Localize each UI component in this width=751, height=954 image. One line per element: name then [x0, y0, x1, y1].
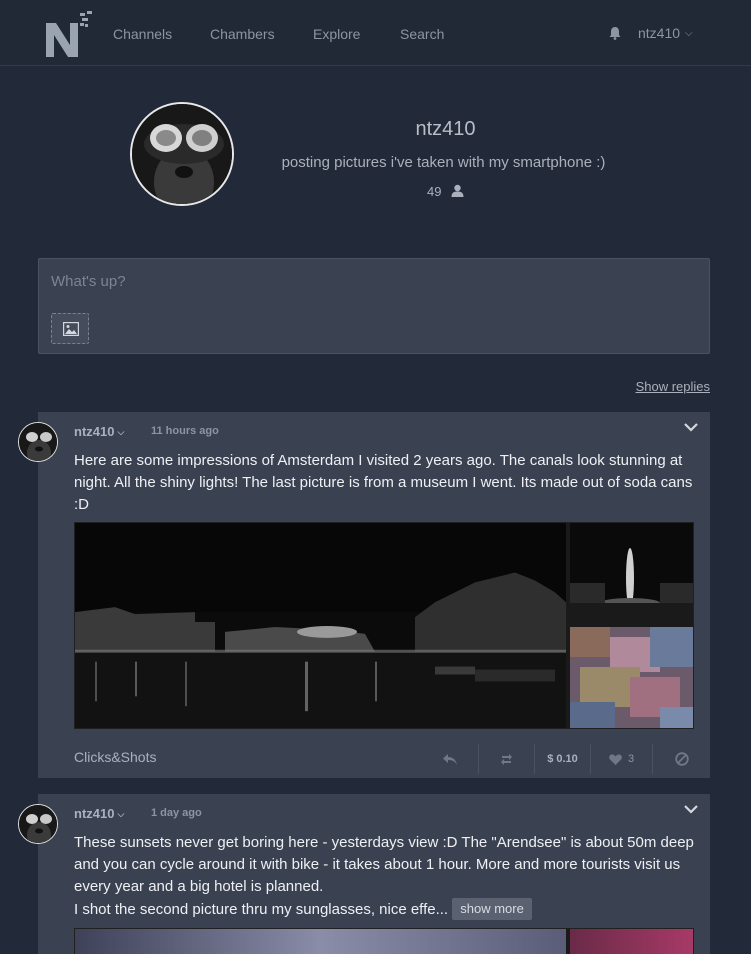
gallery-image-cans[interactable]	[570, 627, 694, 729]
repost-icon	[501, 753, 512, 765]
nav-channels[interactable]: Channels	[113, 26, 172, 42]
user-menu[interactable]: ntz410 ⌵	[638, 25, 693, 41]
heart-icon	[609, 753, 622, 765]
block-button[interactable]	[652, 744, 710, 774]
block-icon	[674, 752, 689, 766]
gallery-image-fountain[interactable]	[570, 523, 694, 623]
top-nav: Channels Chambers Explore Search ntz410 ⌵	[0, 0, 751, 66]
post-card: ntz410 ⌵ 1 day ago These sunsets never ge…	[18, 794, 710, 954]
nav-chambers[interactable]: Chambers	[210, 26, 275, 42]
show-more-button[interactable]: show more	[452, 898, 532, 920]
post-text: Here are some impressions of Amsterdam I…	[74, 452, 693, 513]
nav-explore[interactable]: Explore	[313, 26, 360, 42]
post-author[interactable]: ntz410 ⌵	[74, 806, 124, 821]
post-footer: Clicks&Shots $ 0.10 3	[38, 740, 710, 778]
bell-icon[interactable]	[609, 27, 621, 40]
like-count: 3	[627, 753, 635, 765]
user-menu-name: ntz410	[638, 25, 681, 41]
image-icon	[63, 322, 79, 336]
user-icon	[451, 184, 464, 197]
post-author[interactable]: ntz410 ⌵	[74, 424, 124, 439]
post-gallery	[74, 522, 694, 729]
reply-button[interactable]	[422, 744, 478, 774]
like-button[interactable]: 3	[590, 744, 652, 774]
gallery-image-canal[interactable]	[75, 523, 566, 728]
post-timestamp[interactable]: 1 day ago	[151, 807, 202, 819]
community-tag[interactable]: Clicks&Shots	[74, 749, 156, 765]
post-text-paragraph: I shot the second picture thru my sungla…	[74, 898, 698, 921]
post-text-truncated: I shot the second picture thru my sungla…	[74, 901, 449, 918]
gallery-image-sunglasses[interactable]	[570, 929, 694, 954]
chevron-down-icon: ⌵	[117, 809, 125, 819]
follower-count[interactable]: 49	[427, 184, 441, 199]
profile-bio: posting pictures i've taken with my smar…	[281, 154, 606, 171]
tip-amount: $ 0.10	[547, 753, 578, 765]
chevron-down-icon[interactable]	[684, 422, 698, 432]
reply-icon	[443, 753, 457, 765]
chevron-down-icon[interactable]	[684, 804, 698, 814]
chevron-down-icon: ⌵	[117, 427, 125, 437]
post-author-avatar[interactable]	[18, 422, 58, 462]
post-author-name: ntz410	[74, 806, 115, 821]
show-replies-link[interactable]: Show replies	[636, 379, 710, 394]
post-gallery	[74, 928, 694, 954]
add-image-button[interactable]	[51, 313, 89, 344]
nav-search[interactable]: Search	[400, 26, 444, 42]
post-author-name: ntz410	[74, 424, 115, 439]
post-card: ntz410 ⌵ 11 hours ago Here are some impre…	[18, 412, 710, 778]
post-timestamp[interactable]: 11 hours ago	[151, 425, 219, 437]
chevron-down-icon: ⌵	[685, 28, 693, 39]
composer-input[interactable]	[51, 271, 691, 291]
post-text: These sunsets never get boring here - ye…	[74, 832, 698, 921]
post-author-avatar[interactable]	[18, 804, 58, 844]
gallery-image-sunset[interactable]	[75, 929, 566, 954]
tip-button[interactable]: $ 0.10	[534, 744, 590, 774]
profile-name: ntz410	[415, 118, 476, 140]
site-logo-icon[interactable]	[44, 9, 96, 59]
post-composer	[38, 258, 710, 354]
repost-button[interactable]	[478, 744, 534, 774]
post-text-paragraph: These sunsets never get boring here - ye…	[74, 834, 694, 895]
